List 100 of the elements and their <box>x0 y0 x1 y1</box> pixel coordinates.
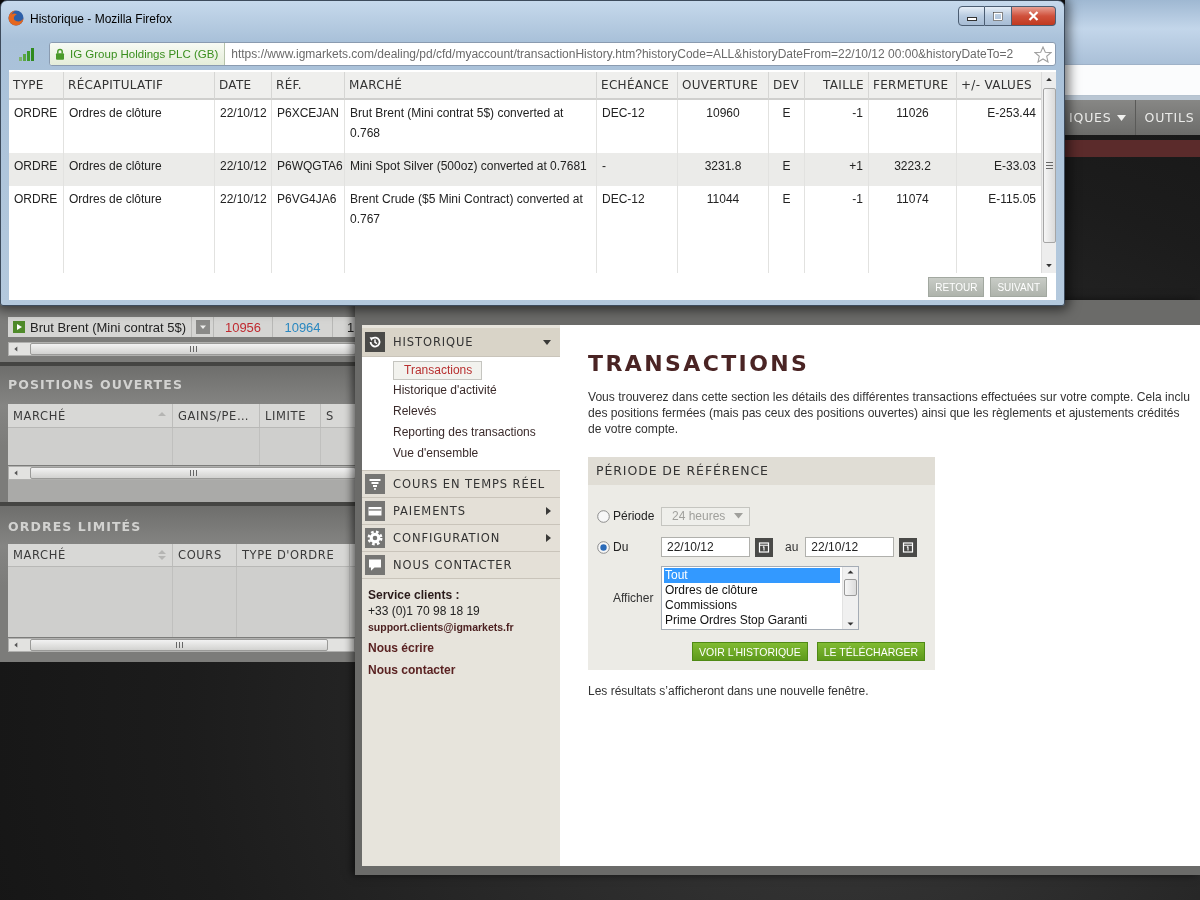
contact-link[interactable]: Nous écrire <box>368 640 435 656</box>
table-cell: -1 <box>804 186 868 239</box>
radio-label[interactable]: Du <box>613 540 661 554</box>
results-note: Les résultats s’afficheront dans une nouvelle fenêtre. <box>588 683 870 699</box>
submenu-link[interactable]: Relevés <box>393 401 437 422</box>
lock-icon <box>55 48 65 60</box>
radio-button[interactable] <box>597 540 610 554</box>
email-link[interactable]: support.clients@igmarkets.fr <box>368 619 514 635</box>
firefox-icon <box>8 10 24 26</box>
column-header: RÉCAPITULATIF <box>63 72 214 100</box>
close-icon <box>1028 11 1039 21</box>
table-cell: Ordres de clôture <box>63 186 214 239</box>
address-bar[interactable]: IG Group Holdings PLC (GB) https://www.igmarkets.com/dealing/pd/cfd/myaccount/transactionHistory.htm?historyCode=ALL&historyDateFrom=22/10/12 00:00&historyDateTo=2 <box>49 42 1056 66</box>
scrollbar[interactable] <box>8 466 355 480</box>
listbox[interactable]: Tout Ordres de clôture Commissions Prime Ordres Stop Garanti <box>661 566 859 630</box>
signal-bars-icon <box>19 47 35 61</box>
table-cell: ORDRE <box>9 153 63 186</box>
date-field[interactable]: 22/10/12 <box>661 537 750 557</box>
scrollbar-thumb[interactable] <box>30 343 356 355</box>
card-icon <box>365 501 385 521</box>
table-cell: +1 <box>804 153 868 186</box>
list-option[interactable]: Commissions <box>664 598 840 613</box>
contact-link[interactable]: Nous contacter <box>368 662 456 678</box>
page-title: TRANSACTIONS <box>588 350 811 378</box>
url-text: https://www.igmarkets.com/dealing/pd/cfd/myaccount/transactionHistory.htm?historyCode=ALL&historyDateFrom=22/10/12 00:00&historyDateTo=2 <box>231 47 1014 61</box>
window-title: Historique - Mozilla Firefox <box>30 12 173 27</box>
table-cell: Brent Crude ($5 Mini Contract) converted at 0.767 <box>344 186 596 239</box>
cell-text: 1 <box>347 319 355 335</box>
column-header: TYPE <box>9 72 63 100</box>
close-button[interactable] <box>1012 6 1056 26</box>
list-option[interactable]: Ordres de clôture <box>664 583 840 598</box>
scrollbar-thumb[interactable] <box>30 639 328 651</box>
list-option[interactable]: Prime Ordres Stop Garanti <box>664 613 840 628</box>
panel-title: POSITIONS OUVERTES <box>7 376 184 394</box>
column-header[interactable]: GAINS/PE… <box>178 408 250 423</box>
column-header[interactable]: TYPE D'ORDRE <box>242 548 335 562</box>
date-field[interactable]: 22/10/12 <box>805 537 895 557</box>
dropdown-icon[interactable] <box>195 320 210 334</box>
grip-icon <box>189 346 197 352</box>
column-header: TAILLE <box>804 72 868 100</box>
menu-header[interactable]: COURS EN TEMPS RÉEL <box>362 471 560 498</box>
table-cell: E <box>768 186 804 239</box>
scrollbar-thumb[interactable] <box>1042 88 1056 243</box>
caret-icon <box>1116 114 1126 121</box>
minimize-button[interactable] <box>958 6 985 26</box>
table-cell: - <box>596 153 677 186</box>
scrollbar[interactable] <box>1041 72 1056 273</box>
star-icon[interactable] <box>1034 45 1052 63</box>
scrollbar[interactable] <box>8 342 355 356</box>
column-header: OUVERTURE <box>677 72 768 100</box>
table-cell: E <box>768 153 804 186</box>
calendar-icon[interactable] <box>755 537 773 557</box>
table-cell-text: ORDRE <box>13 105 59 122</box>
submenu-link[interactable]: Reporting des transactions <box>393 422 536 443</box>
column-header: MARCHÉ <box>344 72 596 100</box>
menu-header[interactable]: NOUS CONTACTER <box>362 552 560 579</box>
column-header: +/- VALUES <box>956 72 1041 100</box>
maximize-button[interactable] <box>985 6 1012 26</box>
grip-icon <box>189 470 197 476</box>
minimize-icon <box>966 17 977 21</box>
table-cell: 11074 <box>868 186 956 239</box>
table-cell: P6WQGTA6 <box>271 153 344 186</box>
phone-number: +33 (0)1 70 98 18 19 <box>368 603 480 619</box>
menu-header[interactable]: HISTORIQUE <box>362 328 560 357</box>
nav-link[interactable]: OUTILS <box>1135 100 1200 135</box>
column-header[interactable]: MARCHÉ <box>13 548 66 562</box>
scrollbar-thumb[interactable] <box>844 579 857 596</box>
intro-text: Vous trouverez dans cette section les détails des différentes transactions effectuées sur votre compte. Cela inclu des positions fermées (mais pas ceux des positions ouvertes) ainsi que les règlements et ajustements crédités de votre compte. <box>588 389 1191 437</box>
menu-header[interactable]: CONFIGURATION <box>362 525 560 552</box>
column-header: DATE <box>214 72 271 100</box>
play-icon[interactable] <box>13 321 25 333</box>
price-text: 10964 <box>284 319 321 335</box>
table-cell: Mini Spot Silver (500oz) converted at 0.7681 <box>344 153 596 186</box>
table-cell: 22/10/12 <box>214 153 271 186</box>
market-name: Brut Brent (Mini contrat 5$) <box>30 319 187 335</box>
column-header[interactable]: S <box>326 408 334 423</box>
to-label: au <box>785 540 799 554</box>
grip-icon <box>175 642 183 648</box>
scrollbar-thumb[interactable] <box>30 467 356 479</box>
submenu-link[interactable]: Historique d'activité <box>393 380 497 401</box>
filter-icon <box>365 474 385 494</box>
menu-header[interactable]: PAIEMENTS <box>362 498 560 525</box>
column-header[interactable]: MARCHÉ <box>13 408 66 423</box>
table-cell: 3223.2 <box>868 153 956 186</box>
watchlist-row[interactable]: Brut Brent (Mini contrat 5$) 10956 10964 1 <box>8 317 355 337</box>
site-identity-button[interactable]: IG Group Holdings PLC (GB) <box>50 43 226 65</box>
grip-icon <box>1045 162 1053 169</box>
contact-heading: Service clients : <box>368 587 460 603</box>
calendar-icon[interactable] <box>899 537 918 557</box>
column-header[interactable]: COURS <box>178 548 222 562</box>
panel-title: ORDRES LIMITÉS <box>7 518 143 536</box>
table-cell: DEC-12 <box>596 186 677 239</box>
table-cell: Ordres de clôture <box>63 153 214 186</box>
scrollbar[interactable] <box>8 638 355 652</box>
table-cell-text: ORDRE <box>13 191 59 208</box>
column-header: RÉF. <box>271 72 344 100</box>
caret-icon <box>734 513 743 519</box>
column-header[interactable]: LIMITE <box>265 408 306 423</box>
submenu-link[interactable]: Transactions <box>393 361 482 380</box>
submenu-link[interactable]: Vue d'ensemble <box>393 443 479 464</box>
